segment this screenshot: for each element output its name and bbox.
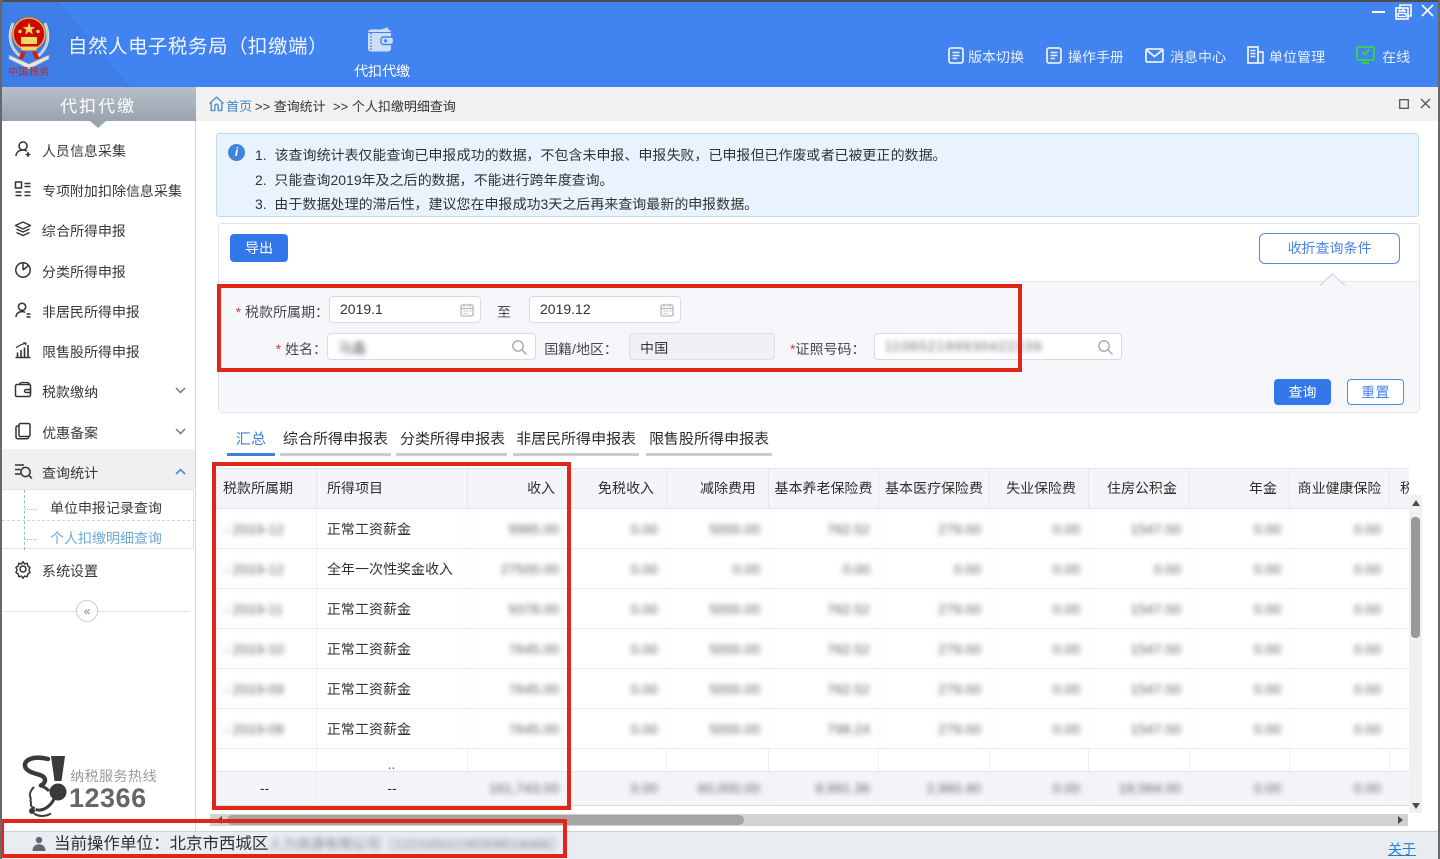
svg-text:12366: 12366 <box>69 783 147 813</box>
svg-text:中国税务: 中国税务 <box>8 63 50 77</box>
